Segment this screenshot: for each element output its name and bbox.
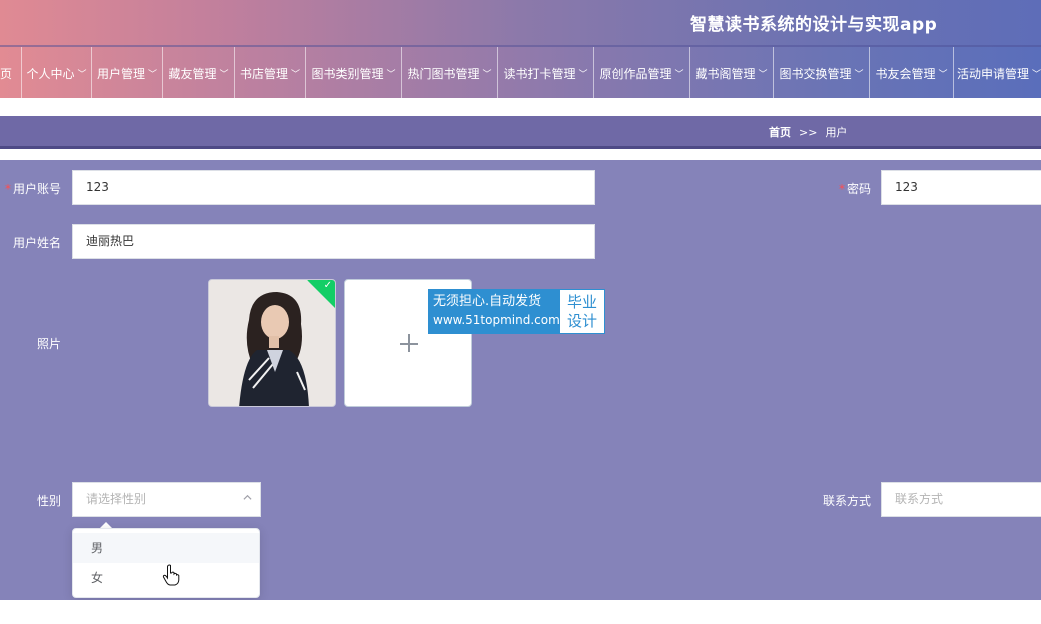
password-input[interactable]: 123 — [881, 170, 1041, 205]
required-asterisk: * — [4, 182, 11, 196]
chevron-down-icon: ﹀ — [386, 70, 396, 80]
nav-item-label: 个人中心 — [26, 67, 75, 81]
nav-item-user-management[interactable]: 用户管理 ﹀ — [92, 47, 163, 100]
chevron-down-icon: ﹀ — [219, 70, 229, 80]
nav-item-label: 藏书阁管理 — [695, 67, 756, 81]
password-label: * 密码 — [838, 182, 871, 196]
gender-select[interactable]: 请选择性别 — [72, 482, 261, 517]
chevron-down-icon: ﹀ — [938, 70, 948, 80]
nav-item-label: 图书类别管理 — [311, 67, 384, 81]
chevron-down-icon: ﹀ — [291, 70, 301, 80]
photo-label: 照片 — [36, 337, 61, 351]
chevron-down-icon: ﹀ — [854, 70, 864, 80]
nav-item-activity-application-management[interactable]: 活动申请管理 ﹀ — [954, 47, 1041, 100]
check-icon: ✓ — [323, 280, 332, 291]
nav-item-reading-checkin-management[interactable]: 读书打卡管理 ﹀ — [498, 47, 594, 100]
nav-item-personal-center[interactable]: 个人中心 ﹀ — [22, 47, 92, 100]
footer-spacer — [0, 600, 1041, 624]
required-asterisk: * — [838, 182, 845, 196]
plus-icon — [408, 334, 410, 352]
nav-item-label: 原创作品管理 — [599, 67, 672, 81]
nav-item-original-works-management[interactable]: 原创作品管理 ﹀ — [594, 47, 690, 100]
chevron-up-icon — [243, 494, 252, 500]
watermark-right-line2: 设计 — [566, 312, 597, 330]
nav-item-label: 书店管理 — [239, 67, 288, 81]
watermark-right-line1: 毕业 — [566, 293, 597, 311]
breadcrumb-home[interactable]: 首页 — [769, 126, 791, 139]
top-nav-menu: 页 个人中心 ﹀ 用户管理 ﹀ 藏友管理 ﹀ 书店管理 ﹀ 图书类别管理 ﹀ 热门图书管理… — [0, 45, 1041, 100]
nav-item-bookstore-management[interactable]: 书店管理 ﹀ — [235, 47, 306, 100]
app-header: 智慧读书系统的设计与实现app — [0, 0, 1041, 45]
breadcrumb-separator: >> — [799, 126, 818, 139]
chevron-down-icon: ﹀ — [578, 70, 588, 80]
person-photo — [209, 280, 335, 406]
nav-item-book-exchange-management[interactable]: 图书交换管理 ﹀ — [774, 47, 870, 100]
nav-item-label: 藏友管理 — [168, 67, 217, 81]
watermark-left: 无须担心.自动发货 www.51topmind.com — [428, 289, 560, 334]
watermark-line2: www.51topmind.com — [433, 313, 560, 327]
chevron-down-icon: ﹀ — [1032, 70, 1041, 80]
spacer — [0, 98, 1041, 116]
chevron-down-icon: ﹀ — [758, 70, 768, 80]
contact-input-placeholder: 联系方式 — [895, 492, 944, 506]
watermark-badge: 无须担心.自动发货 www.51topmind.com 毕业 设计 — [428, 289, 605, 334]
nav-item-label: 书友会管理 — [875, 67, 936, 81]
account-input[interactable]: 123 — [72, 170, 595, 205]
chevron-down-icon: ﹀ — [77, 70, 87, 80]
app-title: 智慧读书系统的设计与实现app — [690, 15, 938, 35]
breadcrumb: 首页 >> 用户 — [769, 124, 847, 140]
nav-item-hot-books-management[interactable]: 热门图书管理 ﹀ — [402, 47, 498, 100]
gender-option-male[interactable]: 男 — [73, 533, 259, 563]
breadcrumb-current: 用户 — [825, 126, 848, 139]
spacer — [0, 149, 1041, 160]
chevron-down-icon: ﹀ — [674, 70, 684, 80]
nav-item-label: 页 — [0, 67, 13, 81]
nav-item-label: 用户管理 — [96, 67, 145, 81]
contact-label: 联系方式 — [822, 494, 871, 508]
contact-input[interactable]: 联系方式 — [881, 482, 1041, 517]
nav-item-label: 读书打卡管理 — [503, 67, 576, 81]
watermark-line1: 无须担心.自动发货 — [433, 294, 542, 309]
name-label: 用户姓名 — [12, 236, 61, 250]
uploaded-photo-thumbnail[interactable]: ✓ — [208, 279, 336, 407]
nav-item-home[interactable]: 页 — [0, 47, 22, 100]
nav-item-collector-management[interactable]: 藏友管理 ﹀ — [163, 47, 235, 100]
breadcrumb-bar: 首页 >> 用户 — [0, 116, 1041, 149]
gender-dropdown: 男 女 — [72, 528, 260, 598]
gender-label: 性别 — [36, 494, 61, 508]
gender-select-placeholder: 请选择性别 — [86, 492, 147, 506]
account-label: * 用户账号 — [4, 182, 61, 196]
nav-item-library-management[interactable]: 藏书阁管理 ﹀ — [690, 47, 774, 100]
watermark-right: 毕业 设计 — [559, 289, 605, 334]
nav-item-label: 图书交换管理 — [779, 67, 852, 81]
nav-item-book-club-management[interactable]: 书友会管理 ﹀ — [870, 47, 954, 100]
hand-cursor-icon — [162, 564, 180, 586]
nav-item-book-category-management[interactable]: 图书类别管理 ﹀ — [306, 47, 402, 100]
nav-item-label: 热门图书管理 — [407, 67, 480, 81]
chevron-down-icon: ﹀ — [482, 70, 492, 80]
chevron-down-icon: ﹀ — [148, 70, 158, 80]
name-input[interactable]: 迪丽热巴 — [72, 224, 595, 259]
nav-item-label: 活动申请管理 — [956, 67, 1029, 81]
